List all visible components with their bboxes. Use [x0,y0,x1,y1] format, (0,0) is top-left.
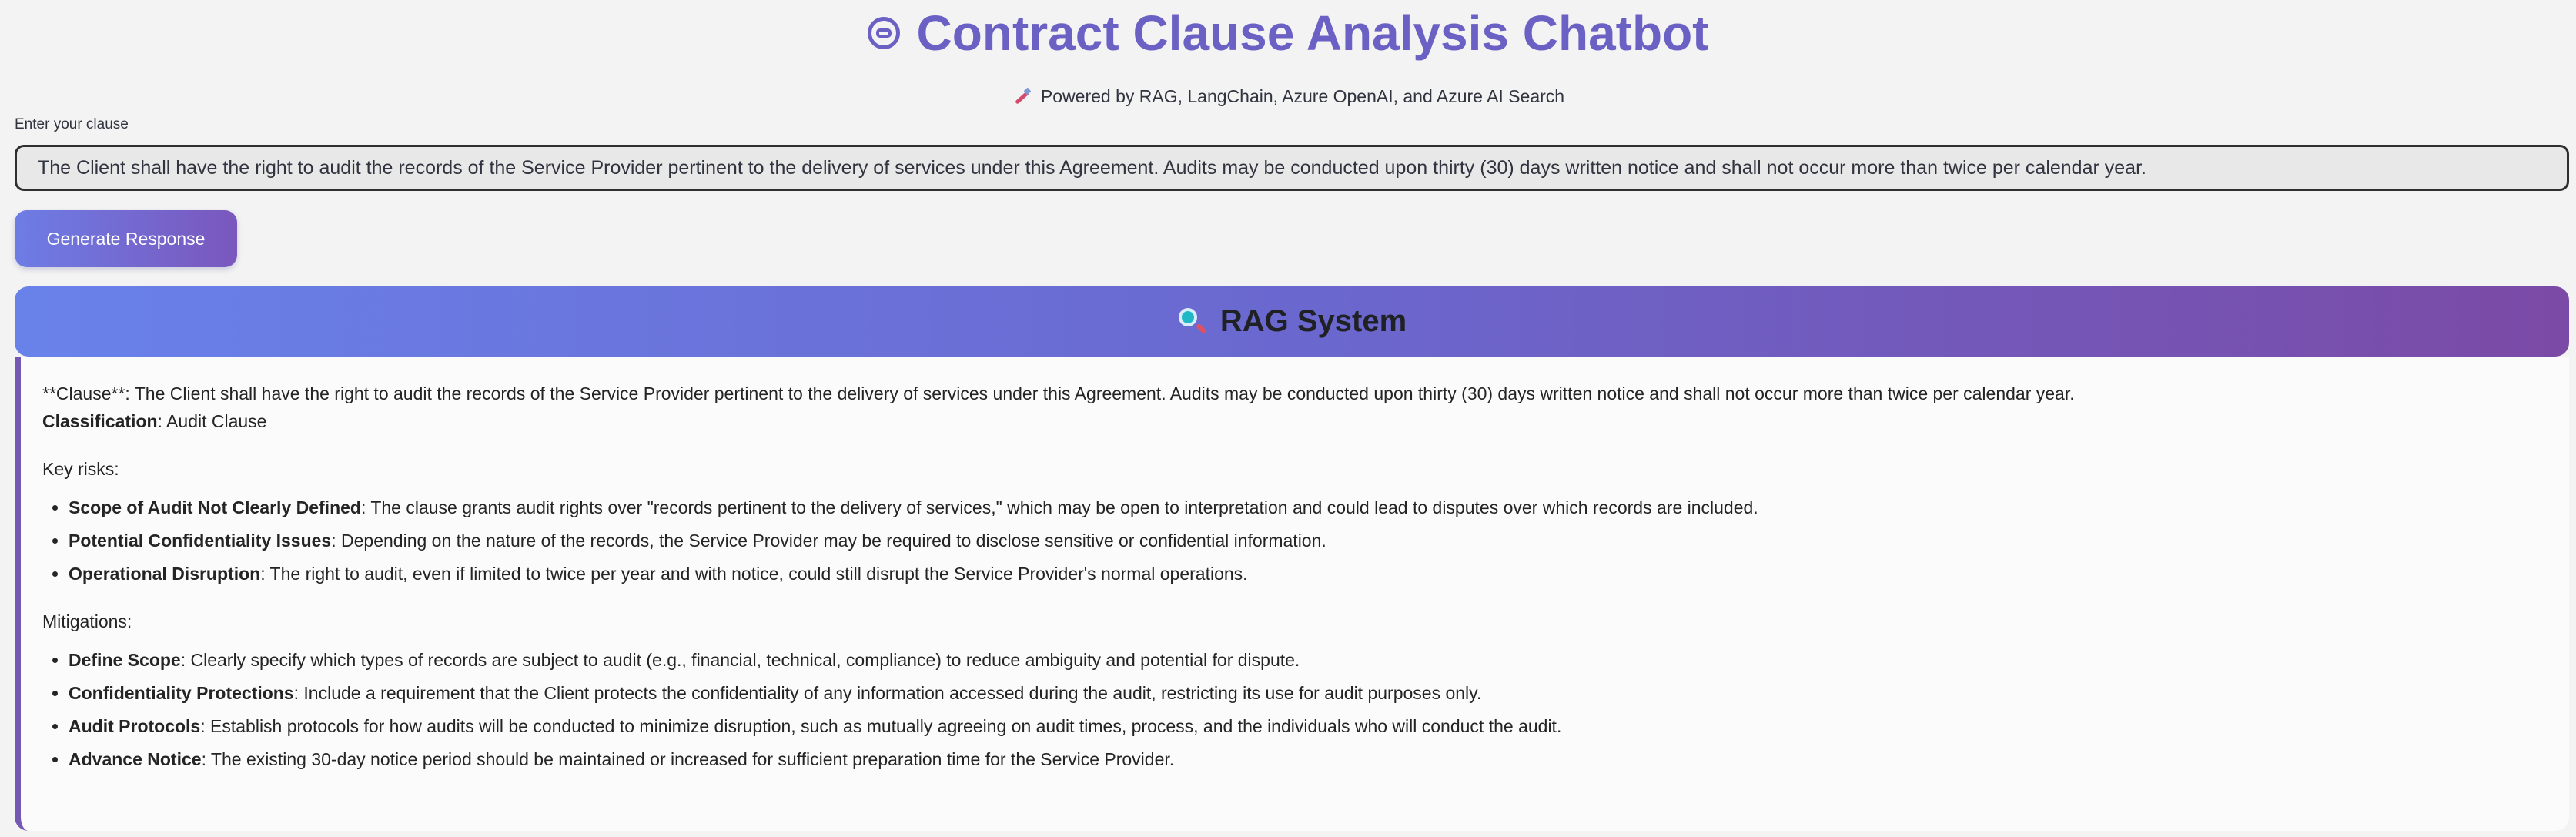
mitigations-title: Mitigations: [42,611,132,631]
mitigation-text: : The existing 30-day notice period shou… [201,749,1175,769]
key-risk-item: Scope of Audit Not Clearly Defined: The … [69,494,2548,521]
key-risk-text: : The clause grants audit rights over "r… [360,497,1758,517]
rag-system-title: RAG System [1219,304,1407,338]
mitigation-title: Confidentiality Protections [69,683,294,703]
mitigation-title: Audit Protocols [69,716,201,736]
rag-system-header: RAG System [15,286,2569,357]
classification-value: : Audit Clause [157,411,267,431]
syringe-icon [1012,85,1033,107]
key-risk-item: Potential Confidentiality Issues: Depend… [69,527,2548,554]
mitigation-text: : Establish protocols for how audits wil… [200,716,1562,736]
page-subtitle-text: Powered by RAG, LangChain, Azure OpenAI,… [1040,85,1565,106]
magnifier-icon [1177,307,1206,336]
key-risk-title: Potential Confidentiality Issues [69,531,332,551]
robot-face-icon [867,17,900,49]
mitigation-item: Advance Notice: The existing 30-day noti… [69,745,2548,773]
mitigation-item: Audit Protocols: Establish protocols for… [69,712,2548,740]
key-risk-text: : Depending on the nature of the records… [331,531,1326,551]
key-risks-title: Key risks: [42,459,119,479]
page-title-text: Contract Clause Analysis Chatbot [916,5,1709,61]
mitigation-text: : Include a requirement that the Client … [293,683,1482,703]
clause-input-label: Enter your clause [15,116,129,132]
mitigation-text: : Clearly specify which types of records… [180,650,1300,670]
key-risk-title: Scope of Audit Not Clearly Defined [69,497,361,517]
mitigation-title: Define Scope [69,650,181,670]
response-clause-line: **Clause**: The Client shall have the ri… [42,383,2075,403]
generate-response-button[interactable]: Generate Response [15,210,237,267]
classification-label: Classification [42,411,158,431]
classification-line: Classification: Audit Clause [42,407,2548,435]
mitigations-list: Define Scope: Clearly specify which type… [42,646,2548,773]
key-risk-text: : The right to audit, even if limited to… [260,564,1248,584]
key-risk-title: Operational Disruption [69,564,261,584]
contract-chatbot-page: Contract Clause Analysis Chatbot Powered… [0,0,2576,837]
key-risk-item: Operational Disruption: The right to aud… [69,560,2548,588]
mitigation-title: Advance Notice [69,749,202,769]
analysis-response-panel: **Clause**: The Client shall have the ri… [15,357,2569,831]
key-risks-list: Scope of Audit Not Clearly Defined: The … [42,494,2548,588]
mitigation-item: Define Scope: Clearly specify which type… [69,646,2548,674]
page-title: Contract Clause Analysis Chatbot [0,0,2576,66]
page-subtitle: Powered by RAG, LangChain, Azure OpenAI,… [0,83,2576,109]
clause-input[interactable] [15,145,2569,191]
mitigation-item: Confidentiality Protections: Include a r… [69,679,2548,707]
